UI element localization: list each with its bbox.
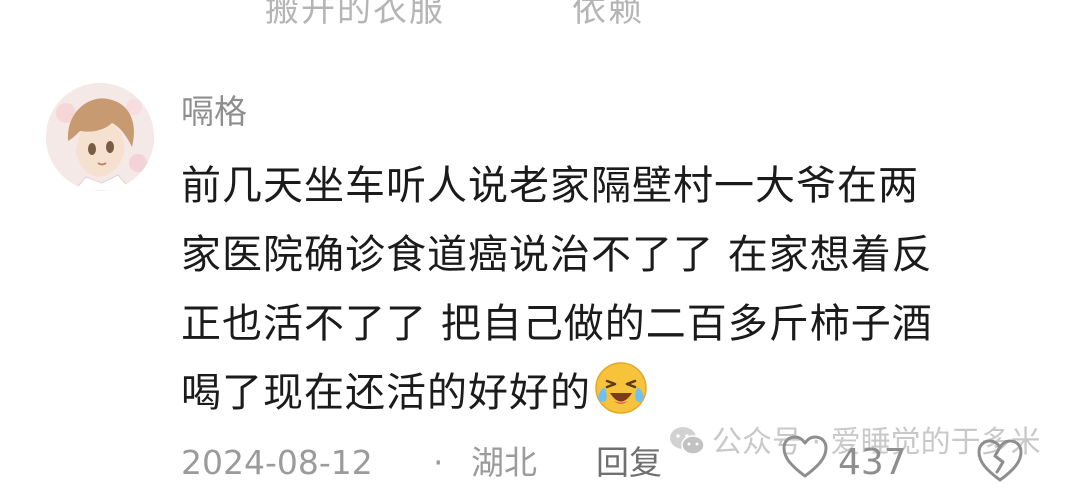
like-count: 437 [838,442,907,483]
crying-laughing-emoji-icon [595,362,647,414]
comment-username[interactable]: 嗝格 [181,89,247,135]
avatar[interactable] [46,83,154,191]
reply-button[interactable]: 回复 [596,438,662,488]
comment-item: 嗝格 前几天坐车听人说老家隔壁村一大爷在两 家医院确诊食道癌说治不了了 在家想着… [0,0,1080,488]
comment-date: 2024-08-12 [181,443,373,482]
meta-separator: · [433,443,444,482]
comment-location: 湖北 [471,443,537,482]
comment-text-line: 前几天坐车听人说老家隔壁村一大爷在两 [181,163,919,209]
wechat-icon [670,427,705,455]
broken-heart-icon[interactable] [975,432,1025,486]
comment-text: 前几天坐车听人说老家隔壁村一大爷在两 家医院确诊食道癌说治不了了 在家想着反 正… [181,152,1021,428]
comment-text-line: 正也活不了了 把自己做的二百多斤柿子酒 [181,301,933,347]
comment-text-line: 家医院确诊食道癌说治不了了 在家想着反 [181,232,933,278]
comment-text-line-last: 喝了现在还活的好好的 [181,359,1021,428]
anime-avatar-icon [46,83,154,191]
heart-icon[interactable] [780,432,830,482]
comment-text-line: 喝了现在还活的好好的 [181,370,591,416]
